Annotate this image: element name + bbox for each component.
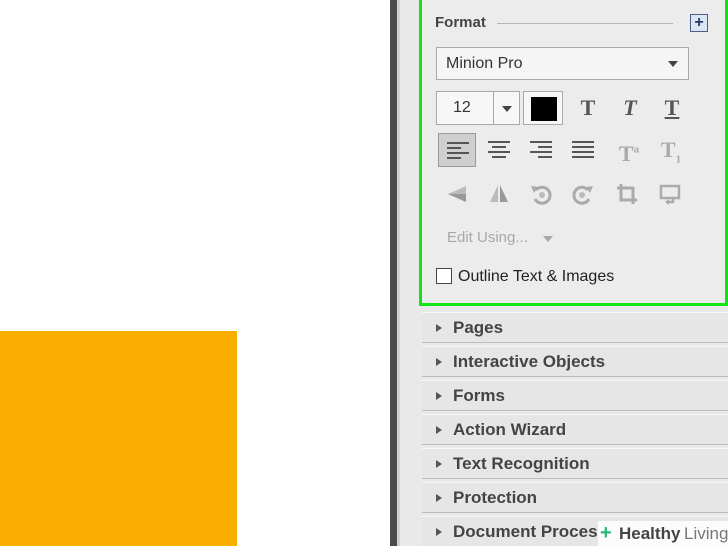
align-center-icon — [488, 141, 510, 158]
chevron-down-icon — [668, 61, 678, 67]
watermark-logo: + Healthy Living — [598, 521, 728, 546]
section-label: Protection — [453, 488, 538, 507]
align-right-icon — [530, 141, 552, 158]
expand-triangle-icon — [436, 494, 442, 502]
flip-vertical-icon — [490, 185, 508, 202]
format-panel: Format + Minion Pro 12 T T T Ta T1 Edit … — [419, 0, 728, 306]
align-center-button[interactable] — [480, 133, 518, 167]
align-right-button[interactable] — [522, 133, 560, 167]
rotate-right-icon — [572, 185, 593, 205]
text-color-swatch — [531, 97, 557, 121]
font-family-select[interactable]: Minion Pro — [436, 47, 689, 80]
text-color-button[interactable] — [523, 91, 563, 125]
superscript-icon: Ta — [618, 141, 640, 167]
align-left-icon — [447, 142, 469, 159]
expand-triangle-icon — [436, 460, 442, 468]
replace-image-button[interactable] — [652, 177, 690, 211]
format-title: Format — [435, 14, 486, 31]
flip-vertical-button[interactable] — [480, 177, 518, 211]
rotate-left-button[interactable] — [522, 177, 560, 211]
expand-triangle-icon — [436, 324, 442, 332]
expand-triangle-icon — [436, 426, 442, 434]
section-text-recognition[interactable]: Text Recognition — [422, 448, 728, 479]
format-header: Format + — [435, 13, 715, 35]
edit-using-menu[interactable]: Edit Using... — [447, 229, 528, 246]
justify-icon — [572, 141, 594, 158]
section-label: Interactive Objects — [453, 352, 606, 371]
watermark-suffix: Living — [684, 524, 728, 543]
font-family-value: Minion Pro — [446, 55, 523, 72]
section-label: Document Proces — [453, 522, 598, 541]
justify-button[interactable] — [564, 133, 602, 167]
underline-button[interactable]: T — [653, 91, 691, 125]
superscript-button[interactable]: Ta — [610, 133, 648, 167]
font-size-value: 12 — [453, 99, 471, 116]
chevron-down-icon[interactable] — [502, 106, 512, 112]
document-canvas — [0, 0, 390, 546]
outline-text-checkbox[interactable] — [436, 268, 452, 284]
chevron-down-icon — [543, 236, 553, 242]
subscript-icon: T1 — [660, 137, 682, 166]
watermark-brand: Healthy — [619, 524, 681, 543]
bold-icon: T — [580, 95, 596, 120]
font-size-combo[interactable]: 12 — [436, 91, 520, 125]
outline-text-label[interactable]: Outline Text & Images — [458, 268, 614, 286]
rotate-left-icon — [531, 185, 552, 205]
italic-button[interactable]: T — [611, 91, 649, 125]
section-label: Forms — [453, 386, 505, 405]
crop-image-button[interactable] — [608, 177, 646, 211]
section-interactive-objects[interactable]: Interactive Objects — [422, 346, 728, 377]
combo-split-line — [493, 92, 494, 124]
section-label: Text Recognition — [453, 454, 590, 473]
replace-image-icon — [659, 184, 681, 205]
rotate-right-button[interactable] — [564, 177, 602, 211]
flip-horizontal-icon — [448, 186, 466, 202]
plus-cross-icon: + — [600, 522, 612, 544]
align-left-button[interactable] — [438, 133, 476, 167]
expand-triangle-icon — [436, 392, 442, 400]
expand-triangle-icon — [436, 358, 442, 366]
orange-rectangle-object[interactable] — [0, 331, 237, 546]
expand-triangle-icon — [436, 528, 442, 536]
section-pages[interactable]: Pages — [422, 312, 728, 343]
subscript-button[interactable]: T1 — [652, 133, 690, 167]
section-protection[interactable]: Protection — [422, 482, 728, 513]
section-label: Pages — [453, 318, 504, 337]
crop-icon — [617, 184, 637, 204]
header-divider-line — [497, 23, 673, 24]
section-forms[interactable]: Forms — [422, 380, 728, 411]
underline-icon: T — [664, 95, 680, 120]
expand-plus-icon[interactable]: + — [690, 14, 708, 32]
bold-button[interactable]: T — [569, 91, 607, 125]
italic-icon: T — [623, 95, 637, 120]
section-label: Action Wizard — [453, 420, 567, 439]
section-action-wizard[interactable]: Action Wizard — [422, 414, 728, 445]
panel-divider[interactable] — [390, 0, 397, 546]
flip-horizontal-button[interactable] — [438, 177, 476, 211]
